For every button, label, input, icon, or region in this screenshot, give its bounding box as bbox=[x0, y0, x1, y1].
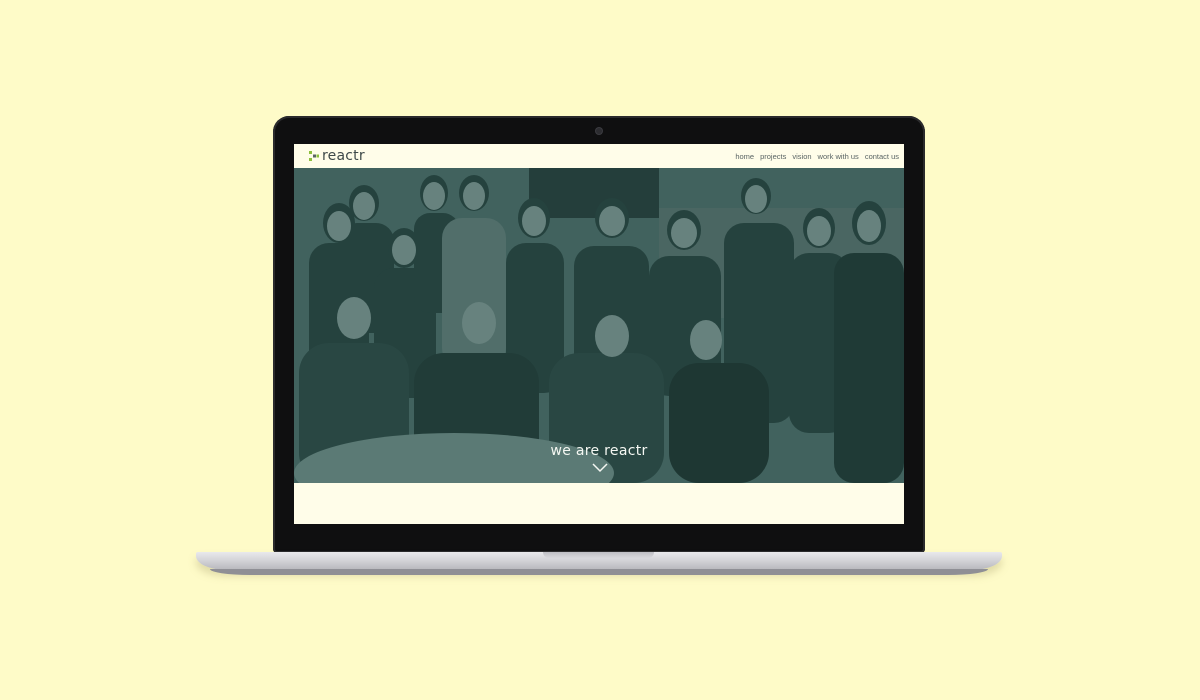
nav-contact-us[interactable]: contact us bbox=[865, 152, 899, 161]
camera-icon bbox=[596, 128, 602, 134]
main-nav: home projects vision work with us contac… bbox=[729, 152, 899, 161]
site-logo[interactable]: reactr bbox=[308, 144, 365, 168]
logo-text: reactr bbox=[322, 148, 365, 164]
chevron-down-icon[interactable] bbox=[592, 463, 608, 473]
hero-tint-overlay bbox=[294, 168, 904, 483]
laptop-base bbox=[196, 552, 1002, 570]
site-header: reactr home projects vision work with us… bbox=[294, 144, 904, 168]
laptop-notch bbox=[543, 552, 654, 558]
laptop-screen: reactr home projects vision work with us… bbox=[294, 144, 904, 524]
nav-vision[interactable]: vision bbox=[792, 152, 811, 161]
laptop-base-edge bbox=[210, 569, 988, 575]
reactr-logo-mark-icon bbox=[309, 151, 319, 161]
nav-projects[interactable]: projects bbox=[760, 152, 786, 161]
nav-home[interactable]: home bbox=[735, 152, 754, 161]
hero-section: we are reactr bbox=[294, 168, 904, 483]
hero-title: we are reactr bbox=[550, 443, 648, 459]
content-area bbox=[294, 483, 904, 524]
nav-work-with-us[interactable]: work with us bbox=[818, 152, 859, 161]
laptop-display: reactr home projects vision work with us… bbox=[273, 116, 925, 553]
